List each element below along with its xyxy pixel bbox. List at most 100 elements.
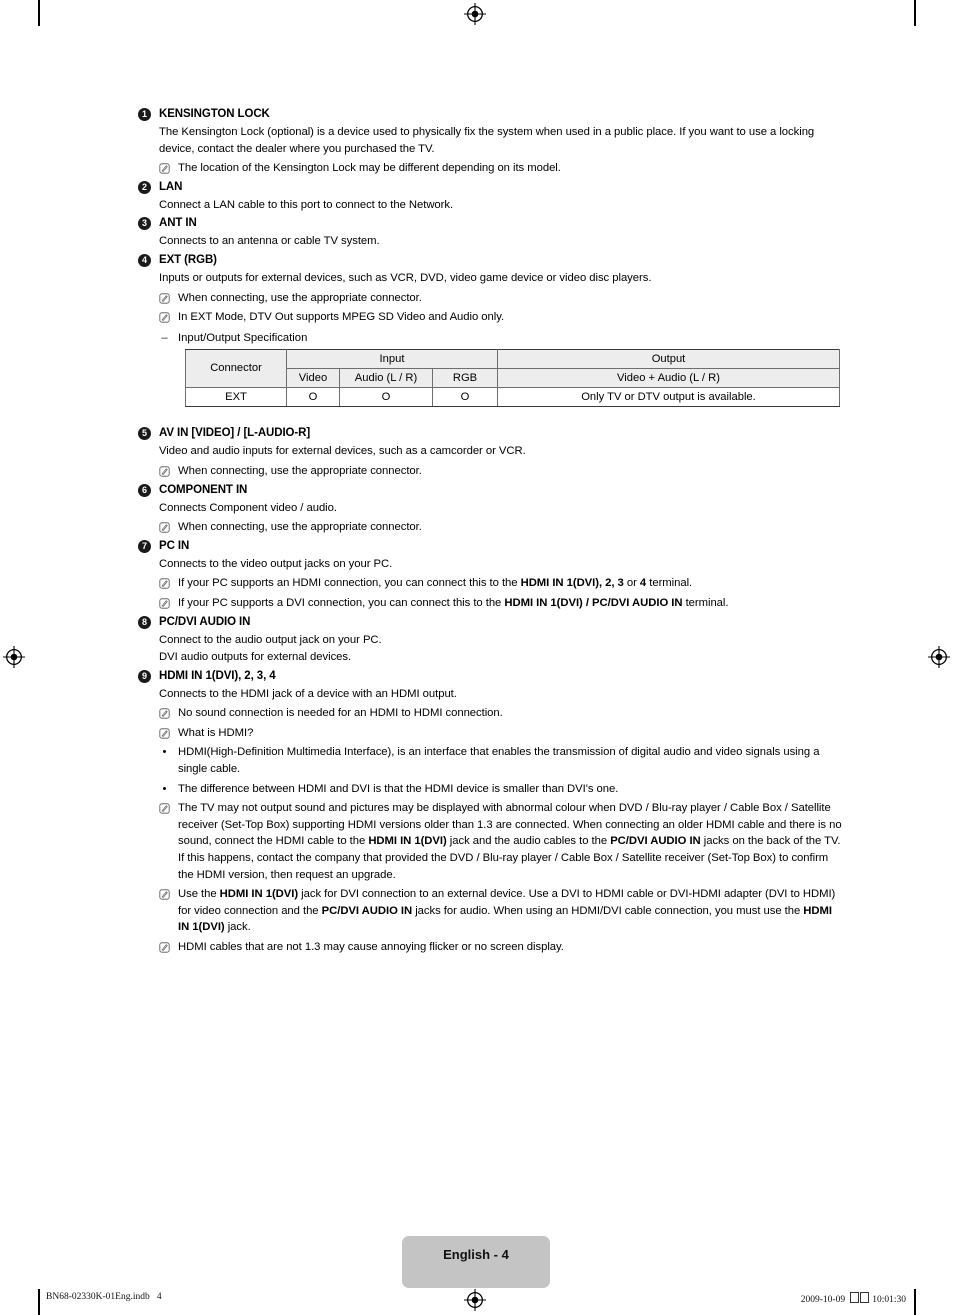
note-text-post: terminal. (682, 596, 729, 609)
section-body: Connects to the HDMI jack of a device wi… (159, 686, 844, 956)
missing-glyph-box (850, 1292, 860, 1303)
note-pencil-icon (159, 578, 170, 589)
section-kensington-lock: 1 KENSINGTON LOCK The Kensington Lock (o… (138, 106, 844, 177)
spec-table-wrapper: Connector Input Output Video Audio (L / … (185, 349, 844, 408)
section-title: AV IN [VIDEO] / [L-AUDIO-R] (159, 427, 311, 440)
note-pencil-icon (159, 942, 170, 953)
note-pencil-icon (159, 163, 170, 174)
note-text: HDMI cables that are not 1.3 may cause a… (178, 941, 564, 953)
note-line: When connecting, use the appropriate con… (159, 463, 844, 480)
section-body: Connects to the video output jacks on yo… (159, 556, 844, 612)
note-text: No sound connection is needed for an HDM… (178, 707, 503, 720)
note-bold-hdmi-list: HDMI IN 1(DVI), 2, 3 (520, 577, 624, 590)
cell-output: Only TV or DTV output is available. (497, 387, 840, 408)
bullet-text: HDMI(High-Definition Multimedia Interfac… (178, 746, 820, 776)
print-date: 2009-10-09 (800, 1295, 846, 1305)
section-heading: 4 EXT (RGB) (138, 252, 844, 269)
section-heading: 6 COMPONENT IN (138, 482, 844, 499)
section-heading: 7 PC IN (138, 538, 844, 555)
input-output-spec-table: Connector Input Output Video Audio (L / … (185, 349, 840, 408)
section-pc-in: 7 PC IN Connects to the video output jac… (138, 538, 844, 612)
note-text-post: terminal. (646, 577, 693, 590)
section-lan: 2 LAN Connect a LAN cable to this port t… (138, 179, 844, 214)
number-badge-5: 5 (138, 427, 151, 441)
note-bold-hdmi-dvi-audio: HDMI IN 1(DVI) / PC/DVI AUDIO IN (504, 596, 683, 609)
bullet-dot-icon: • (162, 746, 167, 759)
section-title: PC IN (159, 539, 190, 552)
note-line: In EXT Mode, DTV Out supports MPEG SD Vi… (159, 309, 844, 326)
section-title: COMPONENT IN (159, 483, 248, 496)
note-line: HDMI cables that are not 1.3 may cause a… (159, 939, 844, 956)
subheader-rgb: RGB (432, 368, 498, 389)
crop-mark-top-right (914, 0, 916, 26)
registration-mark-right-icon (928, 646, 950, 668)
bullet-text: The difference between HDMI and DVI is t… (178, 782, 619, 795)
section-title: HDMI IN 1(DVI), 2, 3, 4 (159, 669, 276, 682)
note-pencil-icon (159, 312, 170, 323)
note-text: Use the HDMI IN 1(DVI) jack for DVI conn… (178, 886, 844, 936)
section-heading: 1 KENSINGTON LOCK (138, 106, 844, 123)
registration-mark-bottom-icon (464, 1289, 486, 1311)
paragraph: Connect a LAN cable to this port to conn… (159, 198, 454, 211)
paragraph: Connects to the HDMI jack of a device wi… (159, 687, 457, 700)
note-text-part: Use the (178, 888, 220, 901)
subheader-audio: Audio (L / R) (339, 368, 433, 389)
crop-mark-bottom-left (38, 1289, 40, 1315)
note-text: In EXT Mode, DTV Out supports MPEG SD Vi… (178, 311, 505, 324)
note-text: What is HDMI? (178, 726, 254, 739)
number-badge-3: 3 (138, 217, 151, 231)
note-line: When connecting, use the appropriate con… (159, 519, 844, 536)
paragraph: The Kensington Lock (optional) is a devi… (159, 126, 815, 155)
missing-glyph-box (860, 1292, 870, 1303)
table-row: EXT O O O Only TV or DTV output is avail… (185, 387, 840, 408)
manual-content: 1 KENSINGTON LOCK The Kensington Lock (o… (138, 106, 844, 958)
section-heading: 9 HDMI IN 1(DVI), 2, 3, 4 (138, 668, 844, 685)
note-text: The TV may not output sound and pictures… (178, 800, 844, 883)
note-pencil-icon (159, 708, 170, 719)
cell-video: O (286, 387, 340, 408)
section-component-in: 6 COMPONENT IN Connects Component video … (138, 482, 844, 536)
bullet-line: • The difference between HDMI and DVI is… (159, 781, 844, 798)
section-body: Video and audio inputs for external devi… (159, 443, 844, 479)
paragraph: DVI audio outputs for external devices. (159, 651, 352, 664)
cell-audio: O (339, 387, 433, 408)
note-bold-hdmi-1dvi: HDMI IN 1(DVI) (368, 835, 447, 848)
page-number-label: English - 4 (443, 1247, 509, 1262)
note-text-pre: If your PC supports an HDMI connection, … (178, 577, 521, 590)
note-pencil-icon (159, 522, 170, 533)
document-page: 1 KENSINGTON LOCK The Kensington Lock (o… (0, 0, 954, 1315)
dash-marker-icon: – (161, 331, 168, 344)
page-number-tab: English - 4 (402, 1236, 550, 1288)
note-pencil-icon (159, 803, 170, 814)
note-text: If your PC supports a DVI connection, yo… (178, 595, 729, 612)
section-pc-dvi-audio-in: 8 PC/DVI AUDIO IN Connect to the audio o… (138, 614, 844, 666)
note-bold-hdmi-1dvi: HDMI IN 1(DVI) (219, 888, 299, 901)
section-body: Connects to an antenna or cable TV syste… (159, 233, 844, 250)
note-line: The TV may not output sound and pictures… (159, 800, 844, 883)
number-badge-1: 1 (138, 108, 151, 121)
paragraph: Inputs or outputs for external devices, … (159, 271, 652, 284)
note-pencil-icon (159, 466, 170, 477)
section-ext-rgb: 4 EXT (RGB) Inputs or outputs for extern… (138, 252, 844, 408)
print-time: 10:01:30 (872, 1295, 906, 1305)
section-hdmi-in: 9 HDMI IN 1(DVI), 2, 3, 4 Connects to th… (138, 668, 844, 956)
note-text: If your PC supports an HDMI connection, … (178, 575, 692, 592)
subheader-output-video-audio: Video + Audio (L / R) (497, 368, 840, 389)
note-text: The location of the Kensington Lock may … (178, 162, 561, 175)
note-pencil-icon (159, 889, 170, 900)
number-badge-9: 9 (138, 669, 151, 683)
dash-line: – Input/Output Specification (159, 330, 844, 347)
paragraph: Connect to the audio output jack on your… (159, 633, 382, 646)
section-heading: 2 LAN (138, 179, 844, 196)
section-body: Connects Component video / audio. When c… (159, 500, 844, 536)
section-title: LAN (159, 180, 183, 193)
note-line: When connecting, use the appropriate con… (159, 290, 844, 307)
header-connector: Connector (185, 349, 287, 389)
paragraph: Connects Component video / audio. (159, 501, 337, 514)
note-text: When connecting, use the appropriate con… (178, 291, 422, 304)
section-body: Inputs or outputs for external devices, … (159, 270, 844, 408)
note-bold-pc-dvi-audio: PC/DVI AUDIO IN (610, 835, 701, 848)
number-badge-6: 6 (138, 483, 151, 497)
section-title: PC/DVI AUDIO IN (159, 615, 251, 628)
crop-mark-bottom-right (914, 1289, 916, 1315)
